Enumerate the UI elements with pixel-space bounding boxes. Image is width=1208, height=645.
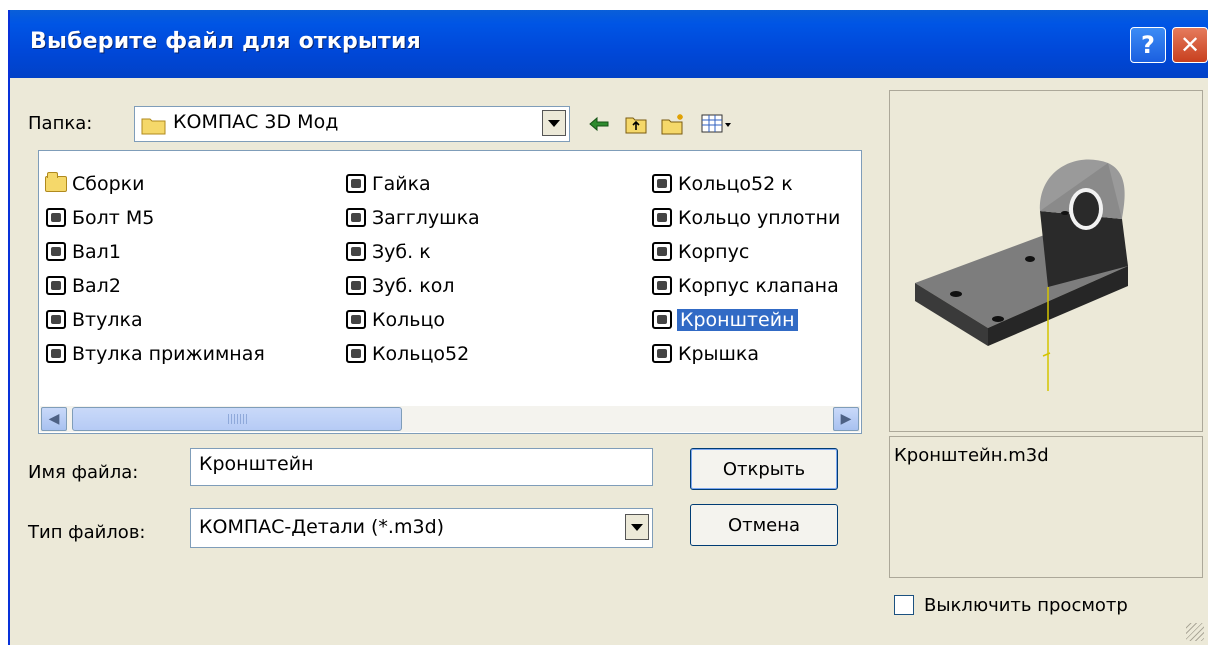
part-file-icon: [651, 173, 675, 195]
open-file-dialog: Выберите файл для открытия ? ✕ Папка: КО…: [8, 10, 1208, 645]
folder-combo[interactable]: КОМПАС 3D Мод: [134, 106, 570, 142]
back-arrow-icon[interactable]: [587, 112, 611, 136]
file-item-name: Зуб. кол: [372, 275, 455, 297]
view-menu-icon[interactable]: [700, 112, 732, 136]
disable-preview-checkbox[interactable]: [894, 595, 914, 615]
part-file-icon: [651, 309, 675, 331]
part-file-icon: [651, 343, 675, 365]
dialog-title: Выберите файл для открытия: [30, 29, 421, 54]
file-item[interactable]: Гайка: [345, 169, 431, 199]
up-folder-icon[interactable]: [624, 112, 648, 136]
file-item-name: Кронштейн: [677, 309, 798, 331]
file-item[interactable]: Кронштейн: [651, 305, 798, 335]
filetype-value: КОМПАС-Детали (*.m3d): [199, 516, 445, 538]
chevron-down-icon[interactable]: [542, 110, 566, 136]
part-file-icon: [45, 309, 69, 331]
folder-label: Папка:: [28, 113, 93, 134]
filename-label: Имя файла:: [28, 462, 139, 483]
filetype-label: Тип файлов:: [28, 522, 146, 543]
chevron-right-icon: ▶: [840, 411, 852, 427]
file-item[interactable]: Втулка: [45, 305, 143, 335]
file-item[interactable]: Кольцо уплотни: [651, 203, 840, 233]
file-item[interactable]: Кольцо52 к: [651, 169, 793, 199]
bracket-3d-preview: [915, 159, 1128, 391]
scroll-right-button[interactable]: ▶: [833, 407, 859, 431]
file-item-name: Кольцо: [372, 309, 446, 331]
resize-grip[interactable]: [1186, 623, 1204, 641]
part-file-icon: [45, 275, 69, 297]
file-item-name: Сборки: [72, 173, 145, 195]
file-item[interactable]: Сборки: [45, 169, 145, 199]
file-list[interactable]: Сборки Болт М5 Вал1 Вал2 Втулка Втулка прижим…: [38, 150, 862, 434]
file-item[interactable]: Зуб. к: [345, 237, 431, 267]
preview-info-text: Кронштейн.m3d: [894, 445, 1049, 466]
part-file-icon: [45, 207, 69, 229]
part-file-icon: [345, 343, 369, 365]
part-file-icon: [345, 241, 369, 263]
folder-icon: [141, 115, 167, 135]
part-file-icon: [651, 241, 675, 263]
chevron-left-icon: ◀: [48, 411, 60, 427]
file-item-name: Корпус: [678, 241, 750, 263]
file-item-name: Кольцо уплотни: [678, 207, 841, 229]
file-item[interactable]: Вал1: [45, 237, 121, 267]
new-folder-icon[interactable]: [660, 112, 684, 136]
open-button[interactable]: Открыть: [690, 448, 838, 490]
part-file-icon: [651, 207, 675, 229]
file-item[interactable]: Болт М5: [45, 203, 154, 233]
file-item-name: Болт М5: [72, 207, 155, 229]
file-item-name: Вал2: [72, 275, 121, 297]
file-item[interactable]: Кольцо52: [345, 339, 469, 369]
filetype-combo[interactable]: КОМПАС-Детали (*.m3d): [190, 508, 653, 548]
file-item-name: Кольцо52: [372, 343, 470, 365]
part-file-icon: [345, 207, 369, 229]
file-item[interactable]: Кольцо: [345, 305, 445, 335]
file-item-name: Вал1: [72, 241, 121, 263]
file-item[interactable]: Корпус клапана: [651, 271, 839, 301]
file-item[interactable]: Зуб. кол: [345, 271, 454, 301]
scroll-left-button[interactable]: ◀: [41, 407, 67, 431]
horizontal-scrollbar[interactable]: ◀ ▶: [40, 406, 860, 432]
part-file-icon: [345, 309, 369, 331]
close-button[interactable]: ✕: [1172, 27, 1208, 63]
file-item-name: Корпус клапана: [678, 275, 839, 297]
part-file-icon: [345, 173, 369, 195]
preview-pane: [889, 90, 1203, 432]
help-button[interactable]: ?: [1130, 27, 1166, 63]
folder-icon: [45, 172, 69, 195]
part-file-icon: [45, 343, 69, 365]
part-file-icon: [45, 241, 69, 263]
file-item-name: Крышка: [678, 343, 760, 365]
filename-input[interactable]: Кронштейн: [190, 448, 653, 486]
part-file-icon: [651, 275, 675, 297]
file-item-name: Загглушка: [372, 207, 480, 229]
file-item-name: Кольцо52 к: [678, 173, 793, 195]
file-item[interactable]: Втулка прижимная: [45, 339, 265, 369]
file-item-name: Гайка: [372, 173, 431, 195]
file-item[interactable]: Корпус: [651, 237, 749, 267]
file-item[interactable]: Вал2: [45, 271, 121, 301]
close-icon: ✕: [1179, 31, 1201, 59]
part-file-icon: [345, 275, 369, 297]
scroll-thumb[interactable]: [72, 407, 402, 431]
file-item-name: Втулка прижимная: [72, 343, 265, 365]
file-item[interactable]: Крышка: [651, 339, 759, 369]
preview-info-box: Кронштейн.m3d: [889, 436, 1203, 578]
file-item-name: Втулка: [72, 309, 143, 331]
file-item-name: Зуб. к: [372, 241, 431, 263]
disable-preview-label: Выключить просмотр: [924, 595, 1128, 616]
file-item[interactable]: Загглушка: [345, 203, 480, 233]
cancel-button[interactable]: Отмена: [690, 504, 838, 546]
title-bar[interactable]: Выберите файл для открытия ? ✕: [10, 10, 1208, 78]
chevron-down-icon[interactable]: [625, 514, 649, 540]
folder-value: КОМПАС 3D Мод: [173, 111, 339, 133]
